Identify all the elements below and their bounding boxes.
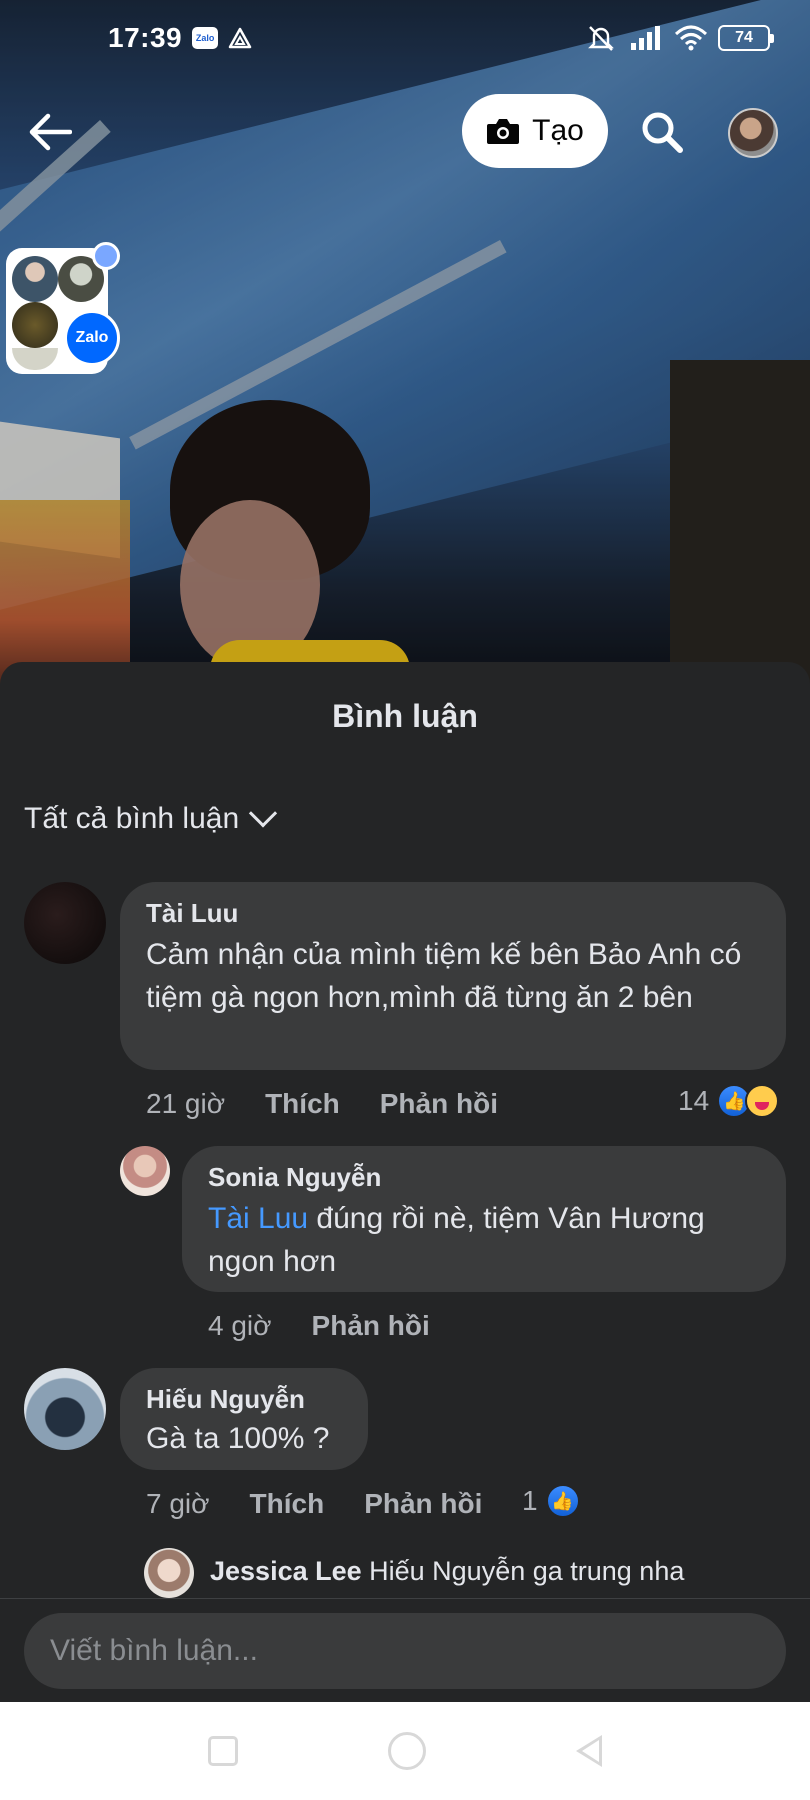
reply-button[interactable]: Phản hồi [380, 1088, 498, 1120]
comment-bubble[interactable]: Tài Luu Cảm nhận của mình tiệm kế bên Bả… [120, 882, 786, 1070]
triangle-notification-icon [228, 27, 252, 49]
reply-avatar[interactable] [120, 1146, 170, 1196]
system-back-button[interactable] [576, 1735, 602, 1767]
bell-muted-icon [586, 24, 616, 52]
chat-head-avatar [12, 256, 58, 302]
reaction-count: 14 [678, 1085, 710, 1116]
comment-author[interactable]: Tài Luu [146, 898, 760, 929]
comment-time: 21 giờ [146, 1088, 226, 1119]
chat-head-avatar [12, 302, 58, 348]
comment-text: Cảm nhận của mình tiệm kế bên Bảo Anh có… [146, 938, 742, 1014]
comments-sheet: Bình luận Tất cả bình luận Tài Luu Cảm n… [0, 662, 810, 1702]
commenter-avatar[interactable] [24, 1368, 106, 1450]
wifi-icon [674, 24, 708, 52]
zalo-logo-icon: Zalo [64, 310, 120, 366]
sheet-title: Bình luận [332, 698, 478, 734]
reaction-count: 1 [522, 1485, 538, 1516]
comment-input[interactable]: Viết bình luận... [24, 1613, 786, 1689]
signal-icon [630, 24, 660, 52]
comment-actions: 21 giờ Thích Phản hồi [146, 1088, 498, 1120]
reply-bubble[interactable]: Sonia Nguyễn Tài Luu đúng rồi nè, tiệm V… [182, 1146, 786, 1292]
status-time: 17:39 [108, 22, 183, 53]
commenter-avatar[interactable] [24, 882, 106, 964]
reply-preview-text: Hiếu Nguyễn ga trung nha [361, 1556, 685, 1586]
home-button[interactable] [388, 1732, 426, 1770]
comment-time: 7 giờ [146, 1488, 210, 1519]
care-reaction-icon [745, 1084, 780, 1118]
status-bar: 17:39 Zalo 74 [0, 0, 810, 76]
comment-composer-bar: Viết bình luận... [0, 1598, 810, 1702]
chat-heads-bubble[interactable]: Zalo [6, 242, 120, 374]
like-reaction-icon: 👍 [545, 1484, 580, 1518]
status-right-icons: 74 [586, 24, 774, 52]
reply-preview-avatar[interactable] [144, 1548, 194, 1598]
reaction-summary[interactable]: 14 👍 [678, 1084, 780, 1118]
reply-time: 4 giờ [208, 1310, 272, 1341]
top-action-bar: Tạo [0, 94, 810, 170]
back-button[interactable] [24, 106, 76, 158]
arrow-left-icon [29, 113, 72, 151]
like-button[interactable]: Thích [250, 1488, 325, 1520]
reply-actions: 4 giờ Phản hồi [208, 1310, 430, 1342]
mention-link[interactable]: Tài Luu [208, 1202, 308, 1235]
zalo-notification-icon: Zalo [192, 27, 219, 49]
reply-button[interactable]: Phản hồi [312, 1310, 430, 1342]
chat-head-avatar [12, 348, 58, 370]
camera-icon [486, 117, 520, 145]
reaction-summary[interactable]: 1 👍 [522, 1484, 580, 1518]
recents-button[interactable] [208, 1736, 238, 1766]
search-icon [642, 112, 683, 153]
battery-indicator: 74 [718, 25, 774, 51]
profile-avatar[interactable] [728, 108, 778, 158]
chevron-down-icon [249, 799, 278, 828]
system-nav-bar [0, 1702, 810, 1800]
reply-author[interactable]: Sonia Nguyễn [208, 1162, 760, 1193]
comment-filter-dropdown[interactable]: Tất cả bình luận [24, 799, 278, 836]
comment-text: Gà ta 100% ? [146, 1422, 330, 1455]
comment-author[interactable]: Hiếu Nguyễn [146, 1384, 342, 1415]
filter-label: Tất cả bình luận [24, 802, 240, 835]
like-button[interactable]: Thích [265, 1088, 340, 1120]
reply-text: Tài Luu đúng rồi nè, tiệm Vân Hương ngon… [208, 1197, 760, 1283]
create-button[interactable]: Tạo [462, 94, 608, 168]
search-button[interactable] [636, 106, 688, 158]
comment-actions: 7 giờ Thích Phản hồi [146, 1488, 482, 1520]
unread-dot [92, 242, 120, 270]
reply-preview-author[interactable]: Jessica Lee [210, 1556, 362, 1586]
reply-preview[interactable]: Jessica Lee Hiếu Nguyễn ga trung nha [210, 1556, 684, 1587]
create-label: Tạo [532, 114, 584, 147]
reply-button[interactable]: Phản hồi [364, 1488, 482, 1520]
comment-bubble[interactable]: Hiếu Nguyễn Gà ta 100% ? [120, 1368, 368, 1470]
